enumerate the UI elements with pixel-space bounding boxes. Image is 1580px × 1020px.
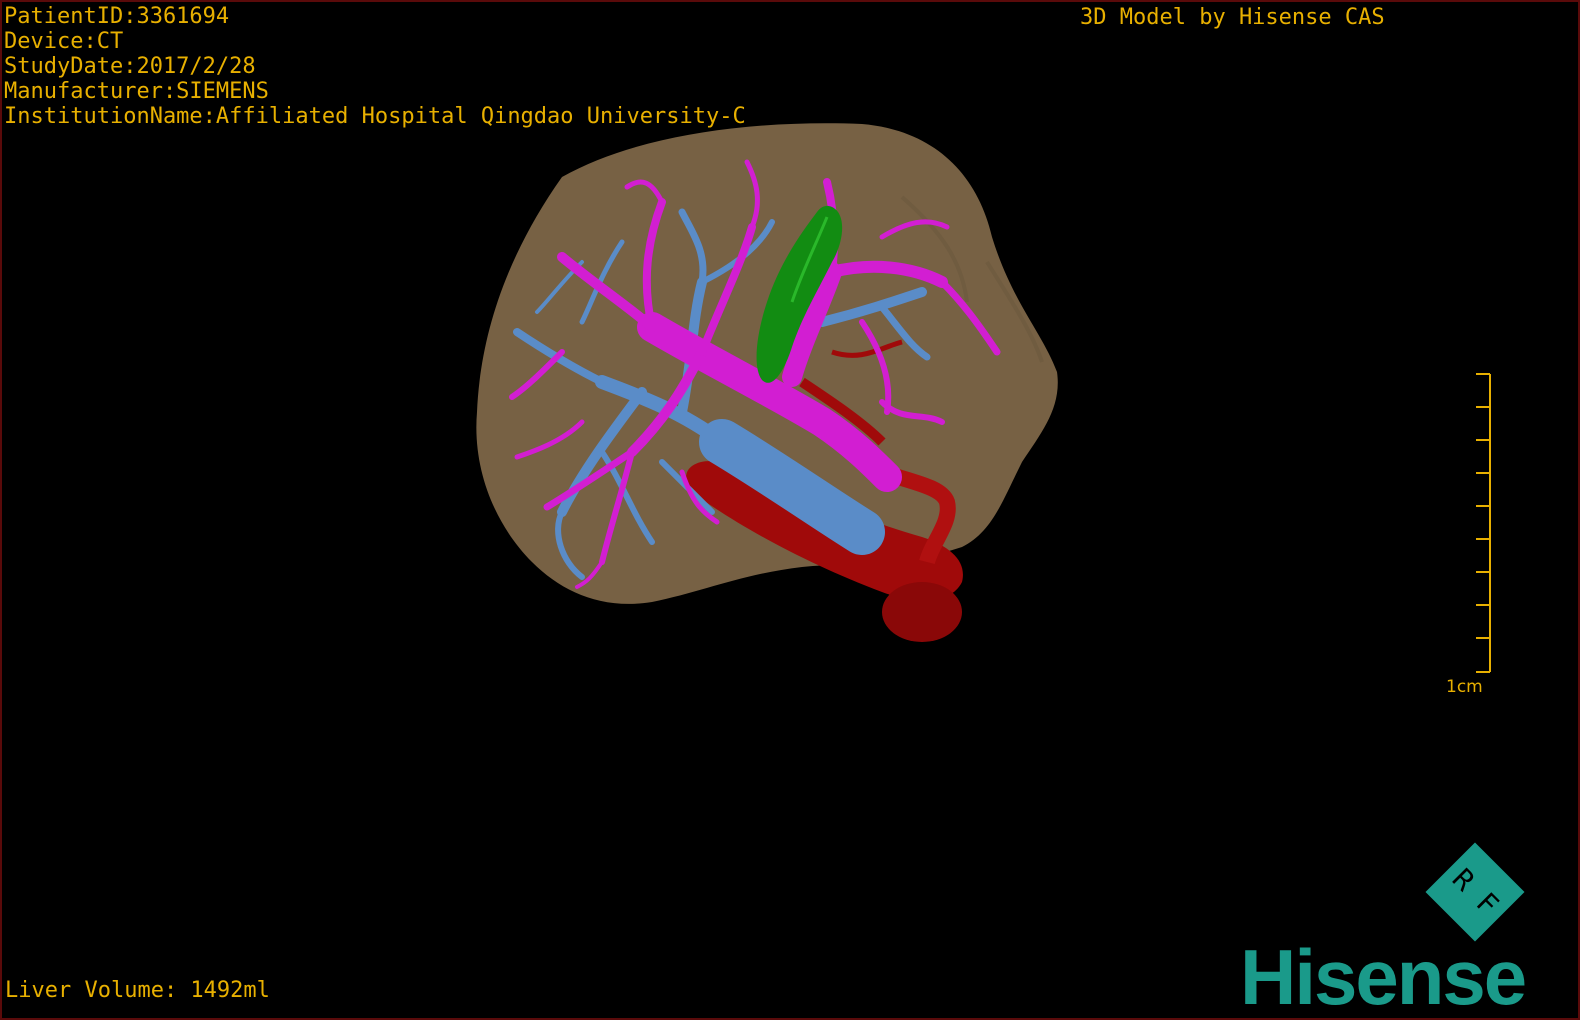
- patient-info-overlay: PatientID:3361694 Device:CT StudyDate:20…: [4, 4, 746, 129]
- liver-3d-model[interactable]: [2, 2, 1578, 1018]
- hisense-logo: Hisense: [1240, 933, 1527, 1020]
- study-date: StudyDate:2017/2/28: [4, 54, 256, 79]
- rf-logo-icon: R F: [1425, 842, 1525, 942]
- patient-id: PatientID:3361694: [4, 4, 230, 29]
- device: Device:CT: [4, 29, 124, 54]
- scale-bar-label: 1cm: [1446, 677, 1483, 697]
- liver-volume: Liver Volume: 1492ml: [5, 978, 270, 1003]
- institution-name: InstitutionName:Affiliated Hospital Qing…: [4, 104, 746, 129]
- model-credit: 3D Model by Hisense CAS: [1080, 5, 1385, 30]
- manufacturer: Manufacturer:SIEMENS: [4, 79, 269, 104]
- 3d-viewport[interactable]: PatientID:3361694 Device:CT StudyDate:20…: [0, 0, 1580, 1020]
- scale-bar: [1476, 373, 1491, 673]
